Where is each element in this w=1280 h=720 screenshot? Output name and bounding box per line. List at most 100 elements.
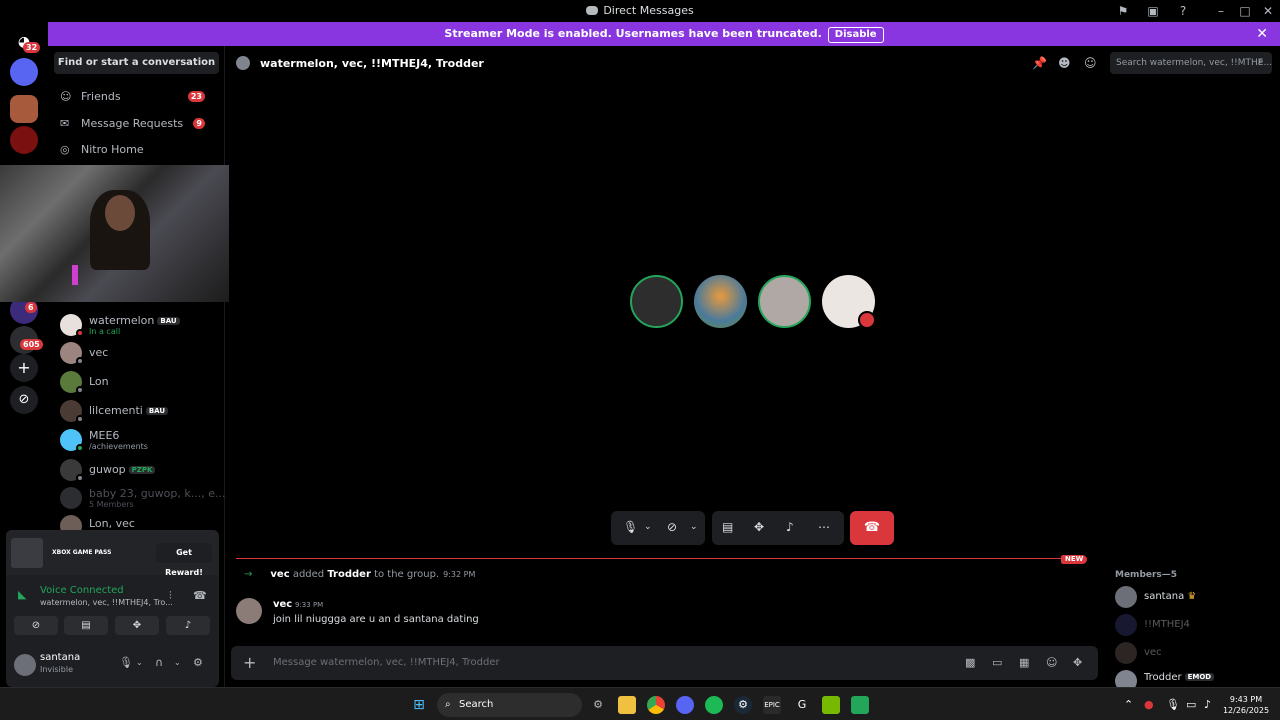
minimize-button[interactable]: –: [1213, 3, 1229, 19]
get-reward-button[interactable]: Get Reward!: [156, 543, 212, 577]
mail-icon: ✉: [60, 117, 70, 130]
message-composer[interactable]: + Message watermelon, vec, !!MTHEJ4, Tro…: [231, 646, 1098, 680]
steam-icon[interactable]: ⚙: [734, 696, 752, 714]
discord-icon[interactable]: [676, 696, 694, 714]
member-item[interactable]: !!MTHEJ4: [1115, 614, 1275, 638]
maximize-button[interactable]: □: [1237, 3, 1253, 19]
pin-icon[interactable]: 📌: [1032, 56, 1047, 70]
nav-nitro-home[interactable]: ◎ Nitro Home: [54, 139, 219, 161]
nav-message-requests[interactable]: ✉ Message Requests 9: [54, 113, 219, 135]
chevron-up-icon[interactable]: ⌃: [1124, 698, 1133, 711]
call-participant-avatar[interactable]: [630, 275, 683, 328]
disconnect-icon[interactable]: ☎: [193, 589, 207, 602]
status-dot: [76, 474, 84, 482]
inbox-flag-icon[interactable]: ⚑: [1115, 3, 1131, 19]
mic-icon[interactable]: 🎙: [623, 520, 638, 534]
windows-start-icon[interactable]: ⊞: [410, 696, 428, 714]
disable-streamer-button[interactable]: Disable: [827, 27, 884, 43]
nav-friends[interactable]: ☺ Friends 23: [54, 86, 219, 108]
nvidia-icon[interactable]: [822, 696, 840, 714]
spotify-icon[interactable]: [705, 696, 723, 714]
file-explorer-icon[interactable]: [618, 696, 636, 714]
message-avatar[interactable]: [236, 598, 262, 624]
system-message: → vec added Trodder to the group. 9:32 PM: [244, 569, 476, 580]
message-input[interactable]: Message watermelon, vec, !!MTHEJ4, Trodd…: [273, 657, 500, 668]
find-conversation-button[interactable]: Find or start a conversation: [54, 52, 219, 74]
status-dot: [76, 329, 84, 337]
server-icon[interactable]: [10, 58, 38, 86]
dm-item[interactable]: Lon: [56, 368, 221, 396]
discord-tray-icon[interactable]: ●: [1144, 698, 1154, 711]
user-avatar[interactable]: [14, 654, 36, 676]
chevron-down-icon[interactable]: ⌄: [644, 522, 652, 532]
message-author[interactable]: vec: [273, 599, 292, 610]
chevron-down-icon[interactable]: ⌄: [690, 522, 698, 532]
android-icon[interactable]: [851, 696, 869, 714]
status-dot: [76, 444, 84, 452]
taskbar-search[interactable]: ⌕ Search: [437, 693, 582, 717]
server-icon[interactable]: [10, 95, 38, 123]
share-screen-button[interactable]: ▤: [64, 616, 108, 635]
close-window-button[interactable]: ✕: [1260, 3, 1276, 19]
member-item[interactable]: vec: [1115, 642, 1275, 666]
soundboard-button[interactable]: ♪: [166, 616, 210, 635]
new-messages-divider: [236, 558, 1084, 559]
help-icon[interactable]: ?: [1175, 3, 1191, 19]
dm-item[interactable]: MEE6/achievements: [56, 426, 221, 454]
chevron-down-icon[interactable]: ⌄: [136, 658, 143, 667]
gift-icon[interactable]: ▩: [965, 656, 975, 669]
add-attachment-icon[interactable]: +: [243, 653, 256, 672]
chrome-icon[interactable]: [647, 696, 665, 714]
noise-suppression-icon[interactable]: ⫶: [169, 589, 172, 603]
members-list-icon[interactable]: ☺: [1084, 56, 1097, 70]
mic-icon[interactable]: 🎙: [119, 656, 133, 669]
settings-gear-icon[interactable]: ⚙: [193, 656, 203, 669]
member-list: Members—5 santana ♛ !!MTHEJ4 vec Trodder…: [1104, 556, 1280, 692]
dm-item[interactable]: lilcementi BAU: [56, 397, 221, 425]
crown-icon: ♛: [1187, 591, 1197, 602]
search-icon: ⌕: [1258, 56, 1264, 67]
activities-icon[interactable]: ✥: [754, 520, 764, 534]
add-server-icon[interactable]: +: [10, 354, 38, 382]
apps-icon[interactable]: ✥: [1073, 656, 1082, 669]
chevron-down-icon[interactable]: ⌄: [174, 658, 181, 667]
deafened-icon: [858, 311, 876, 329]
discord-icon: [586, 6, 599, 15]
dm-item[interactable]: watermelon BAU In a call: [56, 311, 221, 339]
call-participant-avatar[interactable]: [694, 275, 747, 328]
window-title: Direct Messages: [0, 4, 1280, 17]
member-item[interactable]: santana ♛: [1115, 586, 1275, 610]
message-timestamp: 9:33 PM: [295, 601, 324, 609]
soundboard-icon[interactable]: ♪: [786, 520, 794, 534]
discover-compass-icon[interactable]: ⊘: [10, 386, 38, 414]
mic-tray-icon[interactable]: 🎙: [1166, 698, 1180, 711]
voice-connected-label[interactable]: Voice Connected: [40, 585, 124, 596]
volume-icon[interactable]: ♪: [1204, 698, 1211, 711]
share-screen-icon[interactable]: ▤: [722, 520, 733, 534]
display-icon[interactable]: ▭: [1186, 698, 1196, 711]
sticker-icon[interactable]: ▦: [1019, 656, 1029, 669]
more-options-icon[interactable]: ⋯: [818, 520, 830, 534]
camera-off-icon[interactable]: ⊘: [667, 520, 677, 534]
search-input[interactable]: Search watermelon, vec, !!MTHE...: [1110, 52, 1272, 74]
voice-channel-name: watermelon, vec, !!MTHEJ4, Tro...: [40, 598, 173, 607]
close-banner-icon[interactable]: ✕: [1256, 22, 1268, 46]
headphones-icon[interactable]: ∩: [155, 656, 163, 669]
dm-item[interactable]: vec: [56, 339, 221, 367]
activities-button[interactable]: ✥: [115, 616, 159, 635]
windows-taskbar: ⊞ ⌕ Search ⚙ ⚙ EPIC G ⌃ ● 🎙 ▭ ♪ 9:43 PM 12…: [0, 687, 1280, 720]
add-friends-icon[interactable]: ☻: [1058, 56, 1071, 70]
dm-item[interactable]: guwop PZPK: [56, 456, 221, 484]
app-icon[interactable]: G: [793, 696, 811, 714]
server-icon[interactable]: [10, 126, 38, 154]
dm-item[interactable]: baby 23, guwop, k..., e... 5 Members: [56, 484, 225, 512]
screen-icon[interactable]: ▣: [1145, 3, 1161, 19]
clock[interactable]: 9:43 PM 12/26/2025: [1218, 694, 1274, 716]
gif-icon[interactable]: ▭: [992, 656, 1002, 669]
camera-off-button[interactable]: ⊘: [14, 616, 58, 635]
emoji-icon[interactable]: ☺: [1046, 656, 1057, 669]
end-call-button[interactable]: ☎: [850, 511, 894, 545]
call-participant-avatar[interactable]: [758, 275, 811, 328]
epic-games-icon[interactable]: EPIC: [763, 696, 781, 714]
settings-gear-icon[interactable]: ⚙: [589, 696, 607, 714]
